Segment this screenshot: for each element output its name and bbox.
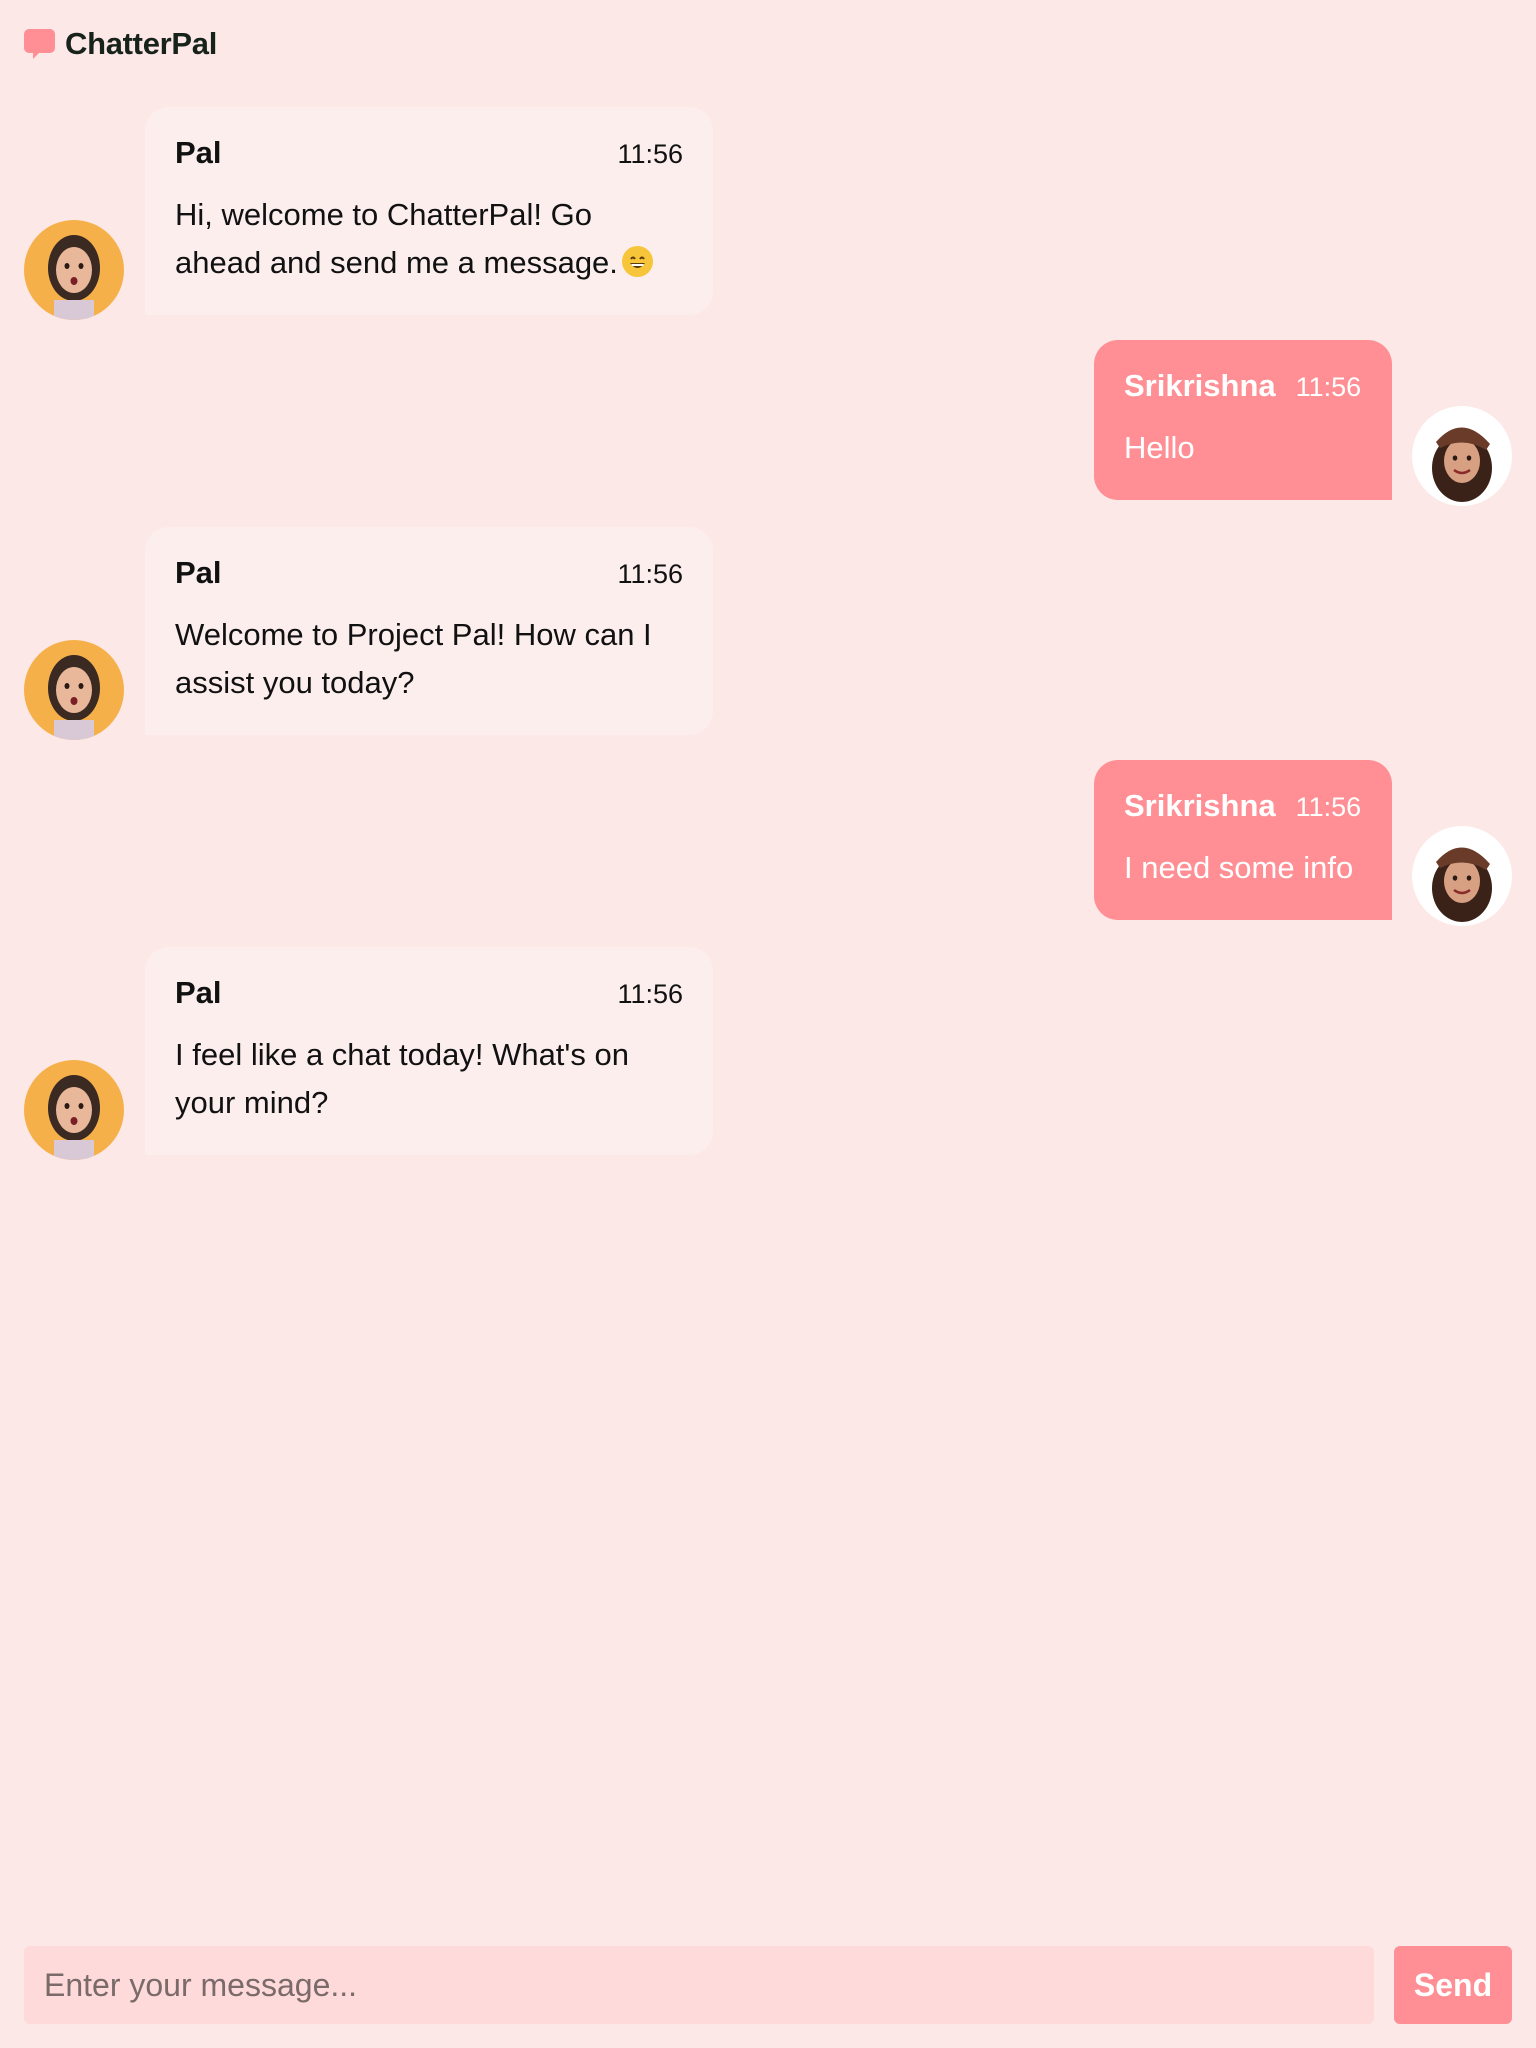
send-button[interactable]: Send xyxy=(1394,1946,1512,2024)
bot-avatar xyxy=(24,220,124,320)
message-time: 11:56 xyxy=(617,979,683,1009)
sender-name: Pal xyxy=(175,135,222,170)
sender-name: Pal xyxy=(175,555,222,590)
message-bubble: Srikrishna 11:56 I need some info xyxy=(1094,760,1392,920)
sender-name: Pal xyxy=(175,975,222,1010)
message-time: 11:56 xyxy=(1295,792,1362,822)
sender-name: Srikrishna xyxy=(1124,788,1276,823)
user-avatar xyxy=(1412,826,1512,926)
app-title: ChatterPal xyxy=(65,26,218,61)
message-bubble: Srikrishna 11:56 Hello xyxy=(1094,340,1392,500)
app-header: ChatterPal xyxy=(24,24,217,64)
message-bubble: Pal 11:56 Welcome to Project Pal! How ca… xyxy=(145,527,713,735)
message-time: 11:56 xyxy=(617,139,683,169)
bot-avatar xyxy=(24,1060,124,1160)
message-text: Welcome to Project Pal! How can I assist… xyxy=(175,617,652,700)
message-text: I need some info xyxy=(1124,850,1354,885)
chat-app: ChatterPal Pal 11:56 Hi, welcome to Chat… xyxy=(0,0,1536,2048)
sender-name: Srikrishna xyxy=(1124,368,1276,403)
message-composer: Send xyxy=(24,1946,1512,2024)
bot-avatar xyxy=(24,640,124,740)
message-text: Hello xyxy=(1124,430,1195,465)
message-bubble: Pal 11:56 Hi, welcome to ChatterPal! Go … xyxy=(145,107,713,315)
message-input[interactable] xyxy=(24,1946,1374,2024)
message-text: I feel like a chat today! What's on your… xyxy=(175,1037,629,1120)
user-avatar xyxy=(1412,406,1512,506)
chat-bubble-icon xyxy=(24,28,55,60)
message-text: Hi, welcome to ChatterPal! Go ahead and … xyxy=(175,197,618,280)
message-time: 11:56 xyxy=(617,559,683,589)
message-time: 11:56 xyxy=(1295,372,1362,402)
message-bubble: Pal 11:56 I feel like a chat today! What… xyxy=(145,947,713,1155)
grinning-face-emoji-icon xyxy=(621,246,653,277)
